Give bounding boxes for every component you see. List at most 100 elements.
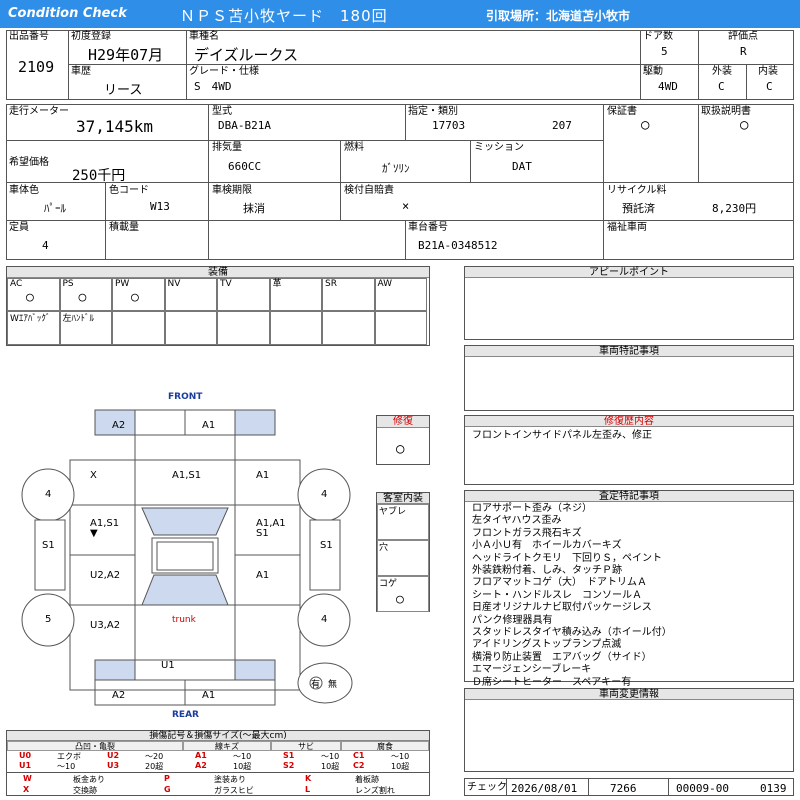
cabin-row: コゲ ○ <box>377 576 429 612</box>
diag-rr-door: A1 <box>256 570 270 581</box>
diag-top-left: A2 <box>112 420 126 431</box>
history: リース <box>104 83 143 98</box>
diag-top-right: A1 <box>202 420 216 431</box>
designation-label: 指定・類別 <box>408 106 458 117</box>
inspection-note: 日産オリジナルナビ取付パッケージレス <box>472 602 652 614</box>
side-right: S1 <box>320 540 333 551</box>
drive: 4WD <box>658 80 678 93</box>
equipment-cell <box>374 311 427 345</box>
first-reg-label: 初度登録 <box>71 31 111 42</box>
color-label: 車体色 <box>9 185 39 196</box>
equipment-cell: TV <box>217 278 270 311</box>
legend-mark-code: K <box>305 774 312 783</box>
cabin-row: ヤブレ <box>377 504 429 540</box>
diag-rl-door: U2,A2 <box>90 570 121 581</box>
appeal-title: アピールポイント <box>465 267 793 278</box>
mileage-label: 走行メーター <box>9 106 69 117</box>
history-label: 車歴 <box>71 66 91 77</box>
legend-code: A1 <box>195 751 207 760</box>
color-code: W13 <box>150 200 170 213</box>
diag-rl-quarter: U3,A2 <box>90 620 121 631</box>
check-date: 2026/08/01 <box>511 782 578 795</box>
legend-code: U2 <box>107 751 120 760</box>
legend-code-desc: 10超 <box>391 762 410 771</box>
diag-fr-door: A1,A1 S1 <box>256 518 286 539</box>
diag-x: X <box>90 470 97 481</box>
ref-suffix: 0139 <box>760 782 787 795</box>
doors-label: ドア数 <box>643 31 673 42</box>
grade-label: 評価点 <box>728 31 758 42</box>
legend-mark-desc: 交換跡 <box>73 786 97 795</box>
equipment-title: 装備 <box>7 267 429 278</box>
equipment-label: AC <box>10 279 23 289</box>
legend-code: C2 <box>353 761 365 770</box>
legend-mark-desc: 板金あり <box>73 775 105 784</box>
equipment-cell: 革 <box>269 278 322 311</box>
legend-group-header: 線キズ <box>183 741 271 751</box>
car-name: デイズルークス <box>194 46 299 64</box>
inspection-notes-list: ロアサポート歪み（ネジ） 左タイヤハウス歪み フロントガラス飛石キズ 小Ａ小Ｕ有 ホイ… <box>472 503 672 689</box>
equipment-cell <box>112 311 165 345</box>
diag-bottom-right: A1 <box>202 690 216 701</box>
equipment-mark: ○ <box>26 290 34 305</box>
equipment-cell: Wｴｱﾊﾞｯｸﾞ <box>7 311 60 345</box>
tire-rr: 4 <box>321 614 328 625</box>
equipment-cell <box>164 311 217 345</box>
color: ﾊﾟｰﾙ <box>44 202 66 215</box>
manual-label: 取扱説明書 <box>701 106 751 117</box>
side-left: S1 <box>42 540 55 551</box>
ref-number: 00009-00 <box>676 782 729 795</box>
fuel: ｶﾞｿﾘﾝ <box>382 162 410 175</box>
equipment-cell: SR <box>322 278 375 311</box>
diag-rear-bumper: U1 <box>161 660 175 671</box>
car-diagram <box>21 409 353 706</box>
equipment-label: PS <box>62 279 74 289</box>
equipment-mark: ○ <box>78 290 87 305</box>
diag-trunk: trunk <box>172 615 196 625</box>
legend-mark-desc: ガラスヒビ <box>214 786 254 795</box>
legend-code-desc: 〜10 <box>57 762 76 771</box>
exterior-label: 外装 <box>712 66 732 77</box>
inspection-note: パンク修理器具有 <box>472 614 553 626</box>
cabin-row-mark: ○ <box>396 592 404 607</box>
inspection-label: 車検期限 <box>212 185 252 196</box>
legend-group-header: 凸凹・亀裂 <box>7 741 183 751</box>
chassis-label: 車台番号 <box>408 222 448 233</box>
legend-code: U0 <box>19 751 32 760</box>
legend-mark-code: X <box>23 785 30 794</box>
change-title: 車両変更情報 <box>465 689 793 700</box>
welfare-label: 福祉車両 <box>607 222 647 233</box>
inspection-note: 小Ａ小Ｕ有 ホイールカバーキズ <box>472 540 622 552</box>
recycle-amount: 8,230円 <box>712 202 757 215</box>
equipment-cell <box>269 311 322 345</box>
model: DBA-B21A <box>218 119 271 132</box>
legend-mark-desc: 着板跡 <box>355 775 379 784</box>
fuel-label: 燃料 <box>344 142 364 153</box>
interior: C <box>766 80 773 93</box>
lot-label: 出品番号 <box>9 31 49 42</box>
inspection-note: フロアマットコゲ（大） ドアトリムＡ <box>472 577 647 589</box>
legend-mark-desc: 塗装あり <box>214 775 246 784</box>
desired-price-label: 希望価格 <box>9 157 49 168</box>
chassis-number: B21A-0348512 <box>418 239 498 252</box>
repair-mark: ○ <box>396 441 405 457</box>
tire-rl: 5 <box>45 614 52 625</box>
inspection-note: 横滑り防止装置 エアバッグ（サイド） <box>472 651 652 663</box>
inspection-notes-title: 査定特記事項 <box>465 491 793 502</box>
inspection-note: シート・ハンドルスレ コンソールＡ <box>472 589 642 601</box>
legend-mark-code: G <box>164 785 171 794</box>
spare-yes: 有 <box>311 680 321 690</box>
equipment-cell <box>217 311 270 345</box>
equipment-label: NV <box>167 279 181 289</box>
displacement-label: 排気量 <box>212 142 242 153</box>
legend-code-desc: 20超 <box>145 762 164 771</box>
legend-code: C1 <box>353 751 365 760</box>
displacement: 660CC <box>228 160 262 173</box>
repair-detail-text: フロントインサイドパネル左歪み、修正 <box>472 430 652 441</box>
mission-label: ミッション <box>474 142 524 153</box>
diag-fr-fender: A1 <box>256 470 270 481</box>
color-code-label: 色コード <box>109 185 149 196</box>
cabin-row: 穴 <box>377 540 429 576</box>
front-label: FRONT <box>168 392 203 402</box>
equipment-label: 革 <box>272 279 282 289</box>
